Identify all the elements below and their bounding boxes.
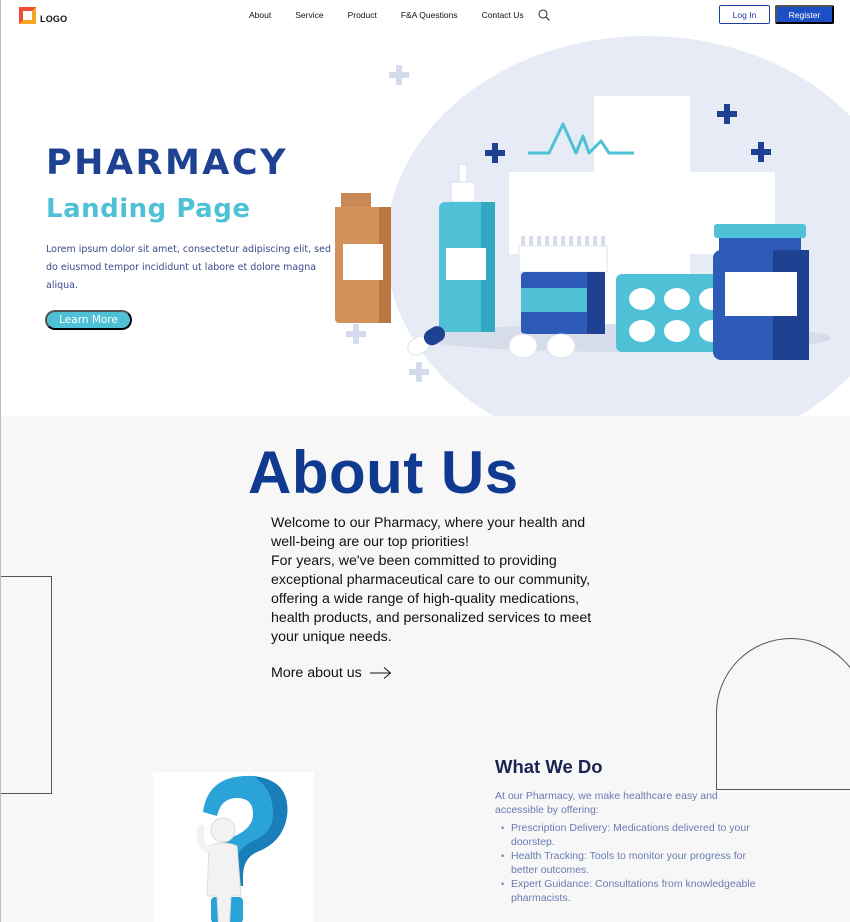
big-jar bbox=[713, 224, 809, 360]
blister-pack bbox=[616, 274, 726, 352]
logo-mark-icon bbox=[19, 7, 36, 24]
nav-item-contact[interactable]: Contact Us bbox=[482, 10, 524, 20]
what-we-do-list: Prescription Delivery: Medications deliv… bbox=[501, 821, 773, 905]
about-body: Welcome to our Pharmacy, where your heal… bbox=[271, 514, 611, 647]
logo-text: LOGO bbox=[40, 13, 68, 24]
hero-title: PHARMACY bbox=[46, 143, 288, 183]
decorative-rectangle bbox=[1, 576, 52, 794]
pill bbox=[546, 333, 576, 359]
list-item: Expert Guidance: Consultations from know… bbox=[501, 877, 773, 905]
what-we-do-title: What We Do bbox=[495, 756, 603, 777]
learn-more-button[interactable]: Learn More bbox=[45, 310, 132, 330]
main-nav: About Service Product F&A Questions Cont… bbox=[249, 10, 548, 20]
about-paragraph-2: For years, we've been committed to provi… bbox=[271, 553, 592, 645]
nav-item-about[interactable]: About bbox=[249, 10, 271, 20]
pill-jar bbox=[517, 236, 609, 334]
search-icon[interactable] bbox=[538, 9, 550, 21]
what-we-do-intro: At our Pharmacy, we make healthcare easy… bbox=[495, 790, 718, 816]
nav-item-service[interactable]: Service bbox=[295, 10, 323, 20]
pill bbox=[508, 333, 538, 359]
nav-item-product[interactable]: Product bbox=[348, 10, 377, 20]
top-navbar: LOGO About Service Product F&A Questions… bbox=[0, 0, 850, 36]
more-about-us-link[interactable]: More about us bbox=[271, 665, 392, 681]
hero-section: PHARMACY Landing Page Lorem ipsum dolor … bbox=[0, 36, 850, 416]
list-item: Prescription Delivery: Medications deliv… bbox=[501, 821, 773, 849]
brown-bottle bbox=[335, 193, 391, 323]
about-paragraph-1: Welcome to our Pharmacy, where your heal… bbox=[271, 515, 586, 550]
pharmacy-illustration bbox=[335, 65, 831, 382]
decorative-arch bbox=[716, 638, 850, 790]
logo[interactable]: LOGO bbox=[19, 7, 67, 24]
dropper-bottle bbox=[439, 163, 495, 332]
hero-subtitle: Landing Page bbox=[46, 194, 251, 224]
about-title: About Us bbox=[248, 439, 519, 506]
arrow-right-icon bbox=[369, 667, 391, 679]
register-button[interactable]: Register bbox=[775, 5, 834, 24]
hero-description: Lorem ipsum dolor sit amet, consectetur … bbox=[46, 244, 331, 291]
login-button[interactable]: Log In bbox=[719, 5, 770, 24]
question-mark-figure bbox=[153, 772, 314, 922]
list-item: Health Tracking: Tools to monitor your p… bbox=[501, 849, 773, 877]
nav-item-faq[interactable]: F&A Questions bbox=[401, 10, 458, 20]
more-about-us-label: More about us bbox=[271, 665, 362, 681]
about-section: About Us Welcome to our Pharmacy, where … bbox=[0, 416, 850, 922]
